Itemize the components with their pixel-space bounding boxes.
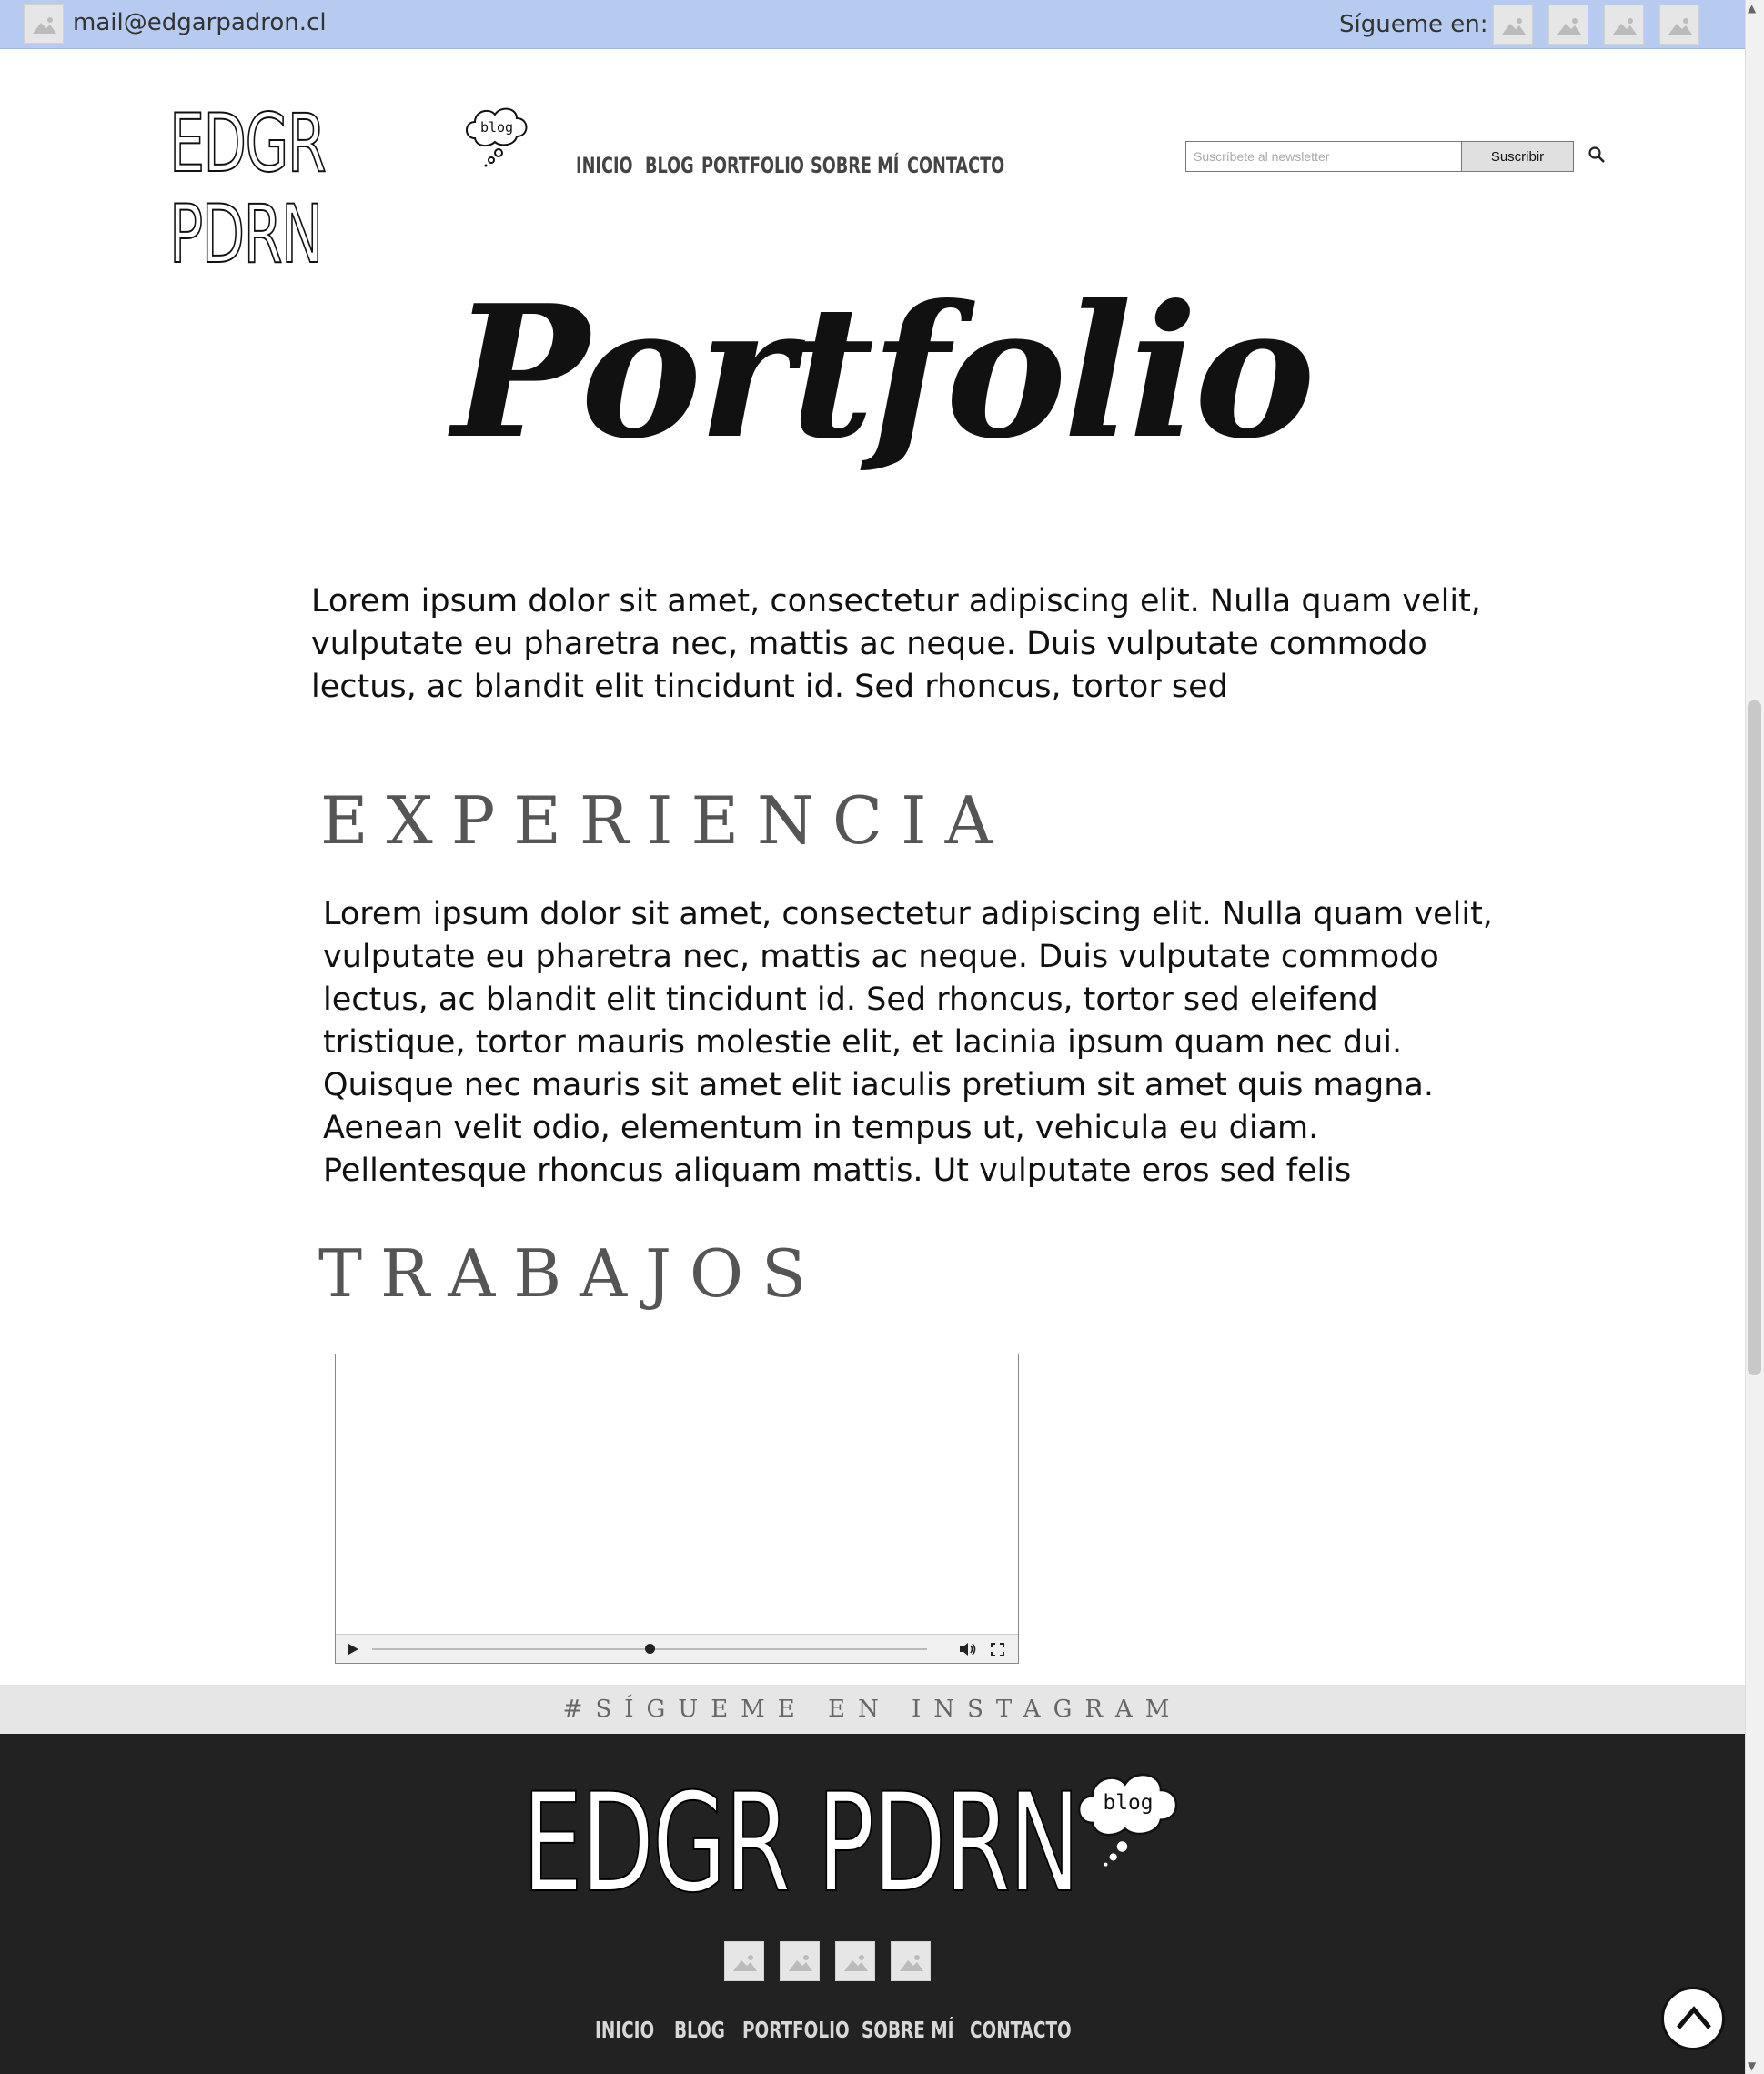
back-to-top-button[interactable] — [1661, 1987, 1725, 2050]
top-bar: mail@edgarpadron.cl Sígueme en: — [0, 0, 1764, 49]
footer-nav-portfolio[interactable]: PORTFOLIO — [742, 2017, 850, 2043]
mail-image-icon — [24, 4, 64, 44]
footer-nav-contacto[interactable]: CONTACTO — [970, 2017, 1072, 2043]
scroll-up-arrow[interactable]: ▲ — [1748, 2, 1756, 15]
intro-paragraph: Lorem ipsum dolor sit amet, consectetur … — [311, 583, 1481, 705]
video-player[interactable] — [335, 1354, 1019, 1664]
footer-thought-cloud-icon: blog — [1078, 1773, 1178, 1867]
footer-social-icon-3[interactable] — [835, 1941, 875, 1981]
nav-contacto[interactable]: CONTACTO — [907, 153, 1004, 178]
scroll-down-arrow[interactable]: ▼ — [1748, 2059, 1756, 2072]
footer-nav-inicio[interactable]: INICIO — [595, 2017, 654, 2043]
social-icon-1[interactable] — [1493, 5, 1533, 45]
search-icon[interactable] — [1588, 146, 1608, 166]
contact-email[interactable]: mail@edgarpadron.cl — [73, 9, 327, 36]
footer-social-icon-2[interactable] — [780, 1941, 820, 1981]
footer-logo-badge: blog — [1104, 1791, 1154, 1815]
play-icon[interactable] — [347, 1643, 359, 1656]
video-seek-handle[interactable] — [645, 1644, 655, 1654]
chevron-up-icon — [1677, 2006, 1711, 2029]
site-footer: EDGR PDRN blog INICIO BLOG PORTFOLIO SOB… — [0, 1734, 1745, 2074]
scrollbar-thumb[interactable] — [1748, 700, 1761, 1375]
volume-icon[interactable] — [959, 1642, 977, 1656]
footer-social-icon-1[interactable] — [724, 1941, 764, 1981]
footer-nav-sobre-mi[interactable]: SOBRE MÍ — [862, 2017, 953, 2043]
fullscreen-icon[interactable] — [991, 1643, 1004, 1656]
follow-label: Sígueme en: — [1339, 11, 1488, 38]
page-title: Portfolio — [452, 266, 1315, 479]
instagram-banner[interactable]: #SÍGUEME EN INSTAGRAM — [0, 1685, 1745, 1734]
nav-portfolio[interactable]: PORTFOLIO — [701, 153, 804, 178]
footer-social-icon-4[interactable] — [891, 1941, 931, 1981]
works-heading: TRABAJOS — [318, 1235, 825, 1312]
thought-cloud-icon: blog — [466, 107, 528, 167]
nav-inicio[interactable]: INICIO — [576, 153, 633, 178]
logo-text: EDGR PDRN — [168, 96, 327, 281]
subscribe-button[interactable]: Suscribir — [1461, 141, 1574, 172]
social-icon-3[interactable] — [1604, 5, 1644, 45]
site-logo[interactable]: EDGR PDRN blog — [168, 97, 533, 281]
experience-heading: EXPERIENCIA — [320, 782, 1011, 859]
social-icon-4[interactable] — [1659, 5, 1699, 45]
newsletter-email-input[interactable] — [1185, 141, 1462, 172]
footer-logo-text[interactable]: EDGR PDRN — [521, 1775, 1081, 1913]
nav-blog[interactable]: BLOG — [645, 153, 694, 178]
logo-badge: blog — [480, 119, 513, 136]
social-icon-2[interactable] — [1548, 5, 1588, 45]
video-controls — [336, 1634, 1018, 1663]
nav-sobre-mi[interactable]: SOBRE MÍ — [811, 153, 899, 178]
footer-nav-blog[interactable]: BLOG — [674, 2017, 725, 2043]
experience-paragraph: Lorem ipsum dolor sit amet, consectetur … — [323, 896, 1493, 1189]
